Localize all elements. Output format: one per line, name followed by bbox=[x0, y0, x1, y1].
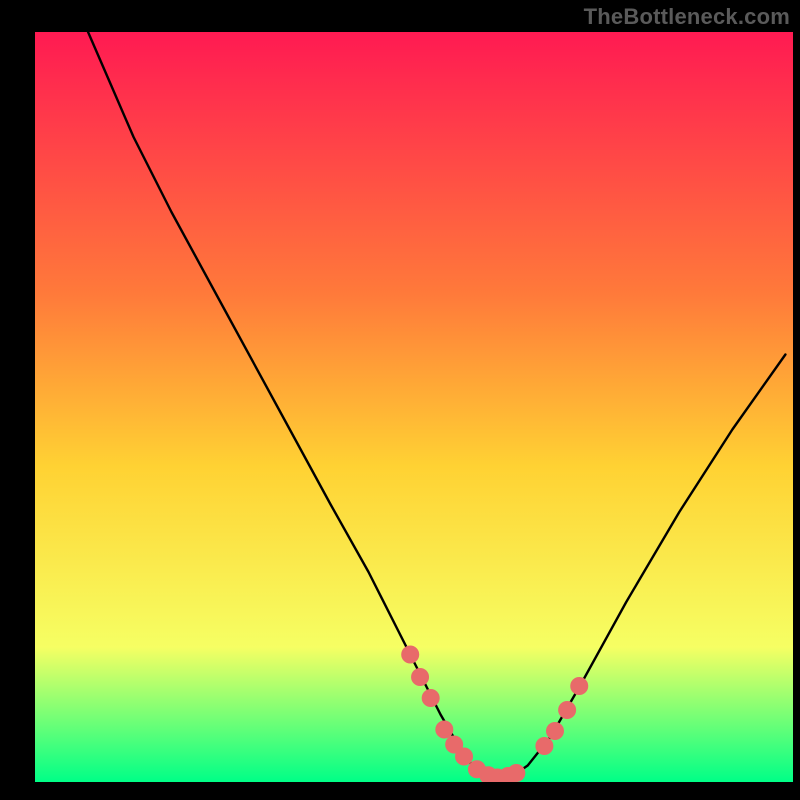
marker-dot bbox=[401, 646, 419, 664]
plot-area bbox=[35, 32, 793, 782]
marker-dot bbox=[435, 721, 453, 739]
chart-frame: TheBottleneck.com bbox=[0, 0, 800, 800]
marker-dot bbox=[535, 737, 553, 755]
marker-dot bbox=[558, 701, 576, 719]
marker-dot bbox=[422, 689, 440, 707]
marker-dot bbox=[507, 764, 525, 782]
marker-dot bbox=[411, 668, 429, 686]
marker-dot bbox=[570, 677, 588, 695]
chart-svg bbox=[35, 32, 793, 782]
gradient-background bbox=[35, 32, 793, 782]
marker-dot bbox=[455, 748, 473, 766]
watermark-text: TheBottleneck.com bbox=[584, 4, 790, 30]
marker-dot bbox=[546, 722, 564, 740]
